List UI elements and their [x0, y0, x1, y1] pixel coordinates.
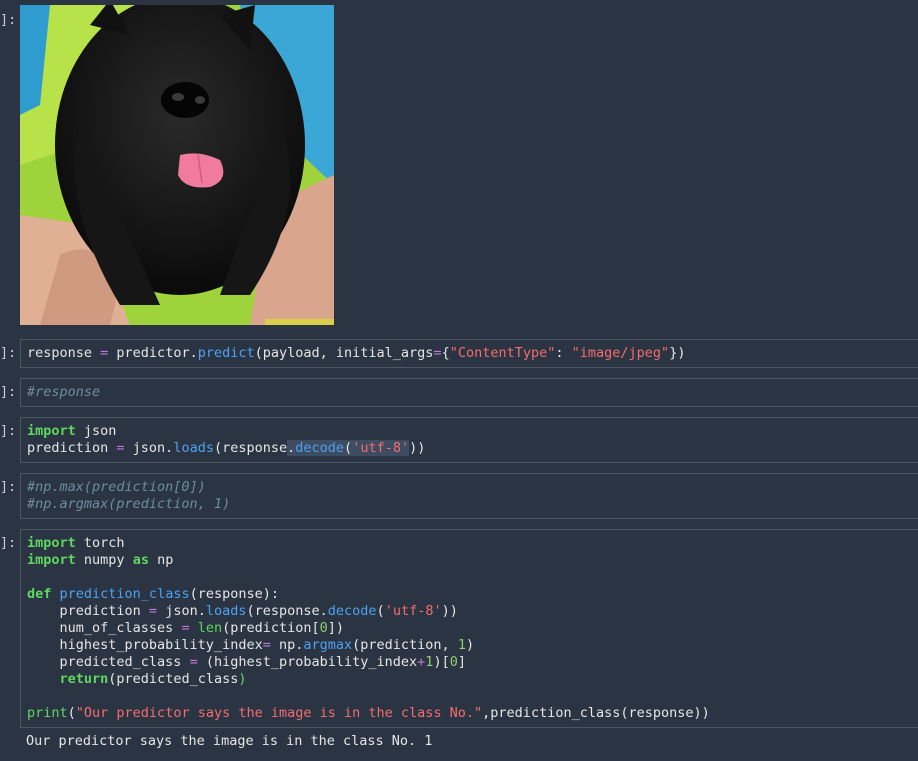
code-token: len [197, 620, 223, 636]
code-keyword: as [132, 552, 149, 568]
code-comment: #np.argmax(prediction, 1) [27, 496, 231, 512]
code-token: = [181, 620, 190, 636]
code-token: = [116, 440, 125, 456]
code-token: print [27, 705, 68, 721]
cell-output: Our predictor says the image is in the c… [26, 733, 433, 749]
code-token: ( [344, 440, 353, 456]
dog-photo-icon [20, 5, 334, 325]
code-token: ,prediction_class(response)) [482, 705, 710, 721]
cell-prompt: ]: [0, 345, 17, 361]
code-editor[interactable]: import json prediction = json.loads(resp… [21, 418, 918, 462]
code-token: argmax [303, 637, 353, 653]
code-cell[interactable]: #np.max(prediction[0]) #np.argmax(predic… [20, 473, 918, 519]
code-token: (response [213, 440, 288, 456]
code-token: (prediction[ [222, 620, 320, 636]
code-token: response [27, 345, 93, 361]
code-token: 'utf-8' [352, 440, 410, 456]
code-token: prediction [27, 603, 149, 619]
code-editor[interactable]: response = predictor.predict(payload, in… [21, 340, 918, 367]
code-editor[interactable]: #response [21, 379, 918, 406]
cell-prompt: ]: [0, 384, 17, 400]
cell-prompt: ]: [0, 12, 17, 28]
cell-prompt: ]: [0, 535, 17, 551]
code-token: )[ [433, 654, 450, 670]
code-comment: #response [27, 384, 101, 400]
code-token: 1 [457, 637, 466, 653]
code-token: loads [205, 603, 247, 619]
code-token: = [148, 603, 158, 619]
code-comment: #np.max(prediction[0]) [27, 479, 206, 495]
code-token: ]) [327, 620, 345, 636]
code-token: (response): [189, 586, 279, 602]
code-token: "Our predictor says the image is in the … [75, 705, 483, 721]
code-token: predicted_class [27, 654, 190, 670]
code-token: highest_probability_index [27, 637, 263, 653]
code-token: "image/jpeg" [571, 345, 670, 361]
code-token: )) [409, 440, 426, 456]
code-token: : [555, 345, 572, 361]
code-keyword: import [27, 535, 76, 551]
code-token: torch [75, 535, 125, 551]
code-token: decode [295, 440, 345, 456]
code-token: np. [270, 637, 304, 653]
code-token: np [148, 552, 174, 568]
code-token: ( [67, 705, 76, 721]
code-token: numpy [75, 552, 133, 568]
code-token: (highest_probability_index [197, 654, 418, 670]
code-token: json. [124, 440, 174, 456]
code-keyword: import [27, 552, 76, 568]
code-token: ( [376, 603, 385, 619]
code-token: 0 [449, 654, 458, 670]
code-token: { [441, 345, 450, 361]
code-token: ] [457, 654, 466, 670]
code-token: }) [669, 345, 686, 361]
code-keyword: def [27, 586, 52, 602]
cell-prompt: ]: [0, 423, 17, 439]
code-token: predict [197, 345, 255, 361]
code-token: ) [238, 671, 247, 687]
code-cell[interactable]: import torch import numpy as np def pred… [20, 529, 918, 728]
code-token: prediction_class [59, 586, 190, 602]
code-token: json. [157, 603, 206, 619]
code-token: 'utf-8' [384, 603, 442, 619]
code-token: = [433, 345, 442, 361]
code-keyword: import [27, 423, 76, 439]
code-token: 0 [319, 620, 328, 636]
code-token: "ContentType" [449, 345, 556, 361]
code-token: num_of_classes [27, 620, 182, 636]
code-token: (predicted_class [108, 671, 239, 687]
cell-prompt: ]: [0, 479, 17, 495]
code-token: decode [327, 603, 377, 619]
code-token: prediction [27, 440, 117, 456]
code-token: = [262, 637, 271, 653]
code-keyword: return [59, 671, 109, 687]
code-token: = [92, 345, 117, 361]
code-editor[interactable]: import torch import numpy as np def pred… [21, 530, 918, 727]
code-token: loads [173, 440, 214, 456]
dog-photo [20, 5, 334, 325]
code-token: (payload, initial_args [254, 345, 434, 361]
code-token: (prediction, [352, 637, 458, 653]
code-cell[interactable]: response = predictor.predict(payload, in… [20, 339, 918, 368]
code-token: = [189, 654, 198, 670]
code-token: ) [465, 637, 475, 653]
code-token: predictor. [116, 345, 198, 361]
code-token: json [75, 423, 117, 439]
code-token: (response. [246, 603, 328, 619]
code-token: )) [441, 603, 458, 619]
code-cell[interactable]: #response [20, 378, 918, 407]
code-cell[interactable]: import json prediction = json.loads(resp… [20, 417, 918, 463]
code-editor[interactable]: #np.max(prediction[0]) #np.argmax(predic… [21, 474, 918, 518]
